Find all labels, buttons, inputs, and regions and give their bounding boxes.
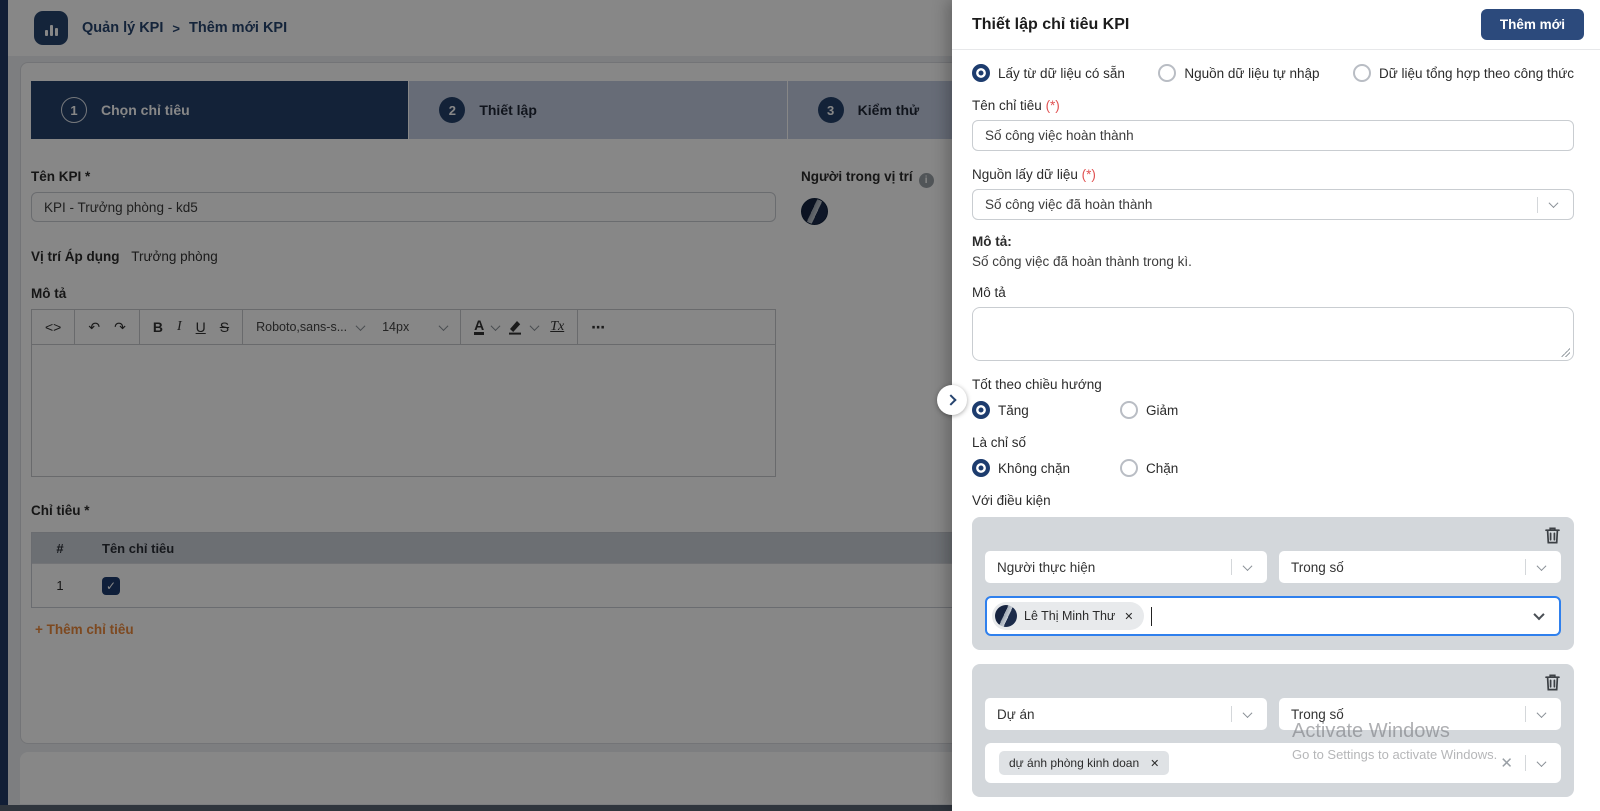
condition-values-multiselect[interactable]: dự ánh phòng kinh doan ✕ ✕ xyxy=(985,743,1561,783)
radio-giam[interactable]: Giảm xyxy=(1120,401,1178,419)
chevron-down-icon[interactable] xyxy=(1537,708,1547,718)
ten-chi-tieu-input[interactable]: Số công việc hoàn thành xyxy=(972,120,1574,151)
chevron-down-icon[interactable] xyxy=(1243,708,1253,718)
tag-label: Lê Thị Minh Thư xyxy=(1024,609,1115,623)
selected-tag: Lê Thị Minh Thư ✕ xyxy=(992,602,1144,630)
condition-field-select[interactable]: Dự án xyxy=(985,698,1267,730)
panel-header: Thiết lập chỉ tiêu KPI Thêm mới xyxy=(952,0,1600,50)
them-moi-button[interactable]: Thêm mới xyxy=(1481,9,1584,40)
condition-operator-select[interactable]: Trong số xyxy=(1279,551,1561,583)
thiet-lap-chi-tieu-panel: Thiết lập chỉ tiêu KPI Thêm mới Lấy từ d… xyxy=(952,0,1600,811)
radio-icon[interactable] xyxy=(1120,459,1138,477)
direction-label: Tốt theo chiều hướng xyxy=(972,377,1574,392)
tag-avatar xyxy=(995,605,1017,627)
clear-selection-icon[interactable]: ✕ xyxy=(1500,754,1513,772)
panel-title: Thiết lập chỉ tiêu KPI xyxy=(972,16,1129,34)
nguon-lay-du-lieu-value: Số công việc đã hoàn thành xyxy=(985,197,1152,212)
radio-lay-tu-du-lieu-co-san[interactable]: Lấy từ dữ liệu có sẵn xyxy=(972,64,1125,82)
mo-ta-readonly-value: Số công việc đã hoàn thành trong kì. xyxy=(972,254,1574,269)
radio-chan[interactable]: Chặn xyxy=(1120,459,1178,477)
radio-icon[interactable] xyxy=(1158,64,1176,82)
delete-condition-button[interactable] xyxy=(1543,673,1561,691)
data-source-radio-group: Lấy từ dữ liệu có sẵn Nguồn dữ liệu tự n… xyxy=(972,64,1574,82)
nguon-lay-du-lieu-select[interactable]: Số công việc đã hoàn thành xyxy=(972,189,1574,220)
text-cursor xyxy=(1151,607,1153,626)
resize-grip-icon[interactable] xyxy=(1561,348,1570,357)
ten-chi-tieu-label: Tên chỉ tiêu (*) xyxy=(972,98,1574,113)
remove-tag-icon[interactable]: ✕ xyxy=(1124,610,1133,623)
radio-du-lieu-tong-hop[interactable]: Dữ liệu tổng hợp theo công thức xyxy=(1353,64,1574,82)
condition-field-select[interactable]: Người thực hiện xyxy=(985,551,1267,583)
required-mark: (*) xyxy=(1082,167,1096,182)
remove-tag-icon[interactable]: ✕ xyxy=(1150,757,1159,770)
conditions-label: Với điều kiện xyxy=(972,493,1574,508)
trash-icon xyxy=(1545,674,1560,691)
selected-tag: dự ánh phòng kinh doan ✕ xyxy=(999,751,1169,775)
radio-icon[interactable] xyxy=(972,401,990,419)
radio-khong-chan[interactable]: Không chặn xyxy=(972,459,1120,477)
chevron-down-icon[interactable] xyxy=(1537,561,1547,571)
condition-card: Người thực hiện Trong số Lê Thị Minh Thư… xyxy=(972,517,1574,650)
radio-tang[interactable]: Tăng xyxy=(972,401,1120,419)
radio-icon[interactable] xyxy=(1353,64,1371,82)
required-mark: (*) xyxy=(1046,98,1060,113)
mo-ta-input-label: Mô tả xyxy=(972,285,1574,300)
condition-values-multiselect[interactable]: Lê Thị Minh Thư ✕ xyxy=(985,596,1561,636)
trash-icon xyxy=(1545,527,1560,544)
mo-ta-textarea[interactable] xyxy=(972,307,1574,361)
radio-icon[interactable] xyxy=(1120,401,1138,419)
condition-operator-select[interactable]: Trong số xyxy=(1279,698,1561,730)
is-index-label: Là chỉ số xyxy=(972,435,1574,450)
chevron-down-icon[interactable] xyxy=(1537,757,1547,767)
mo-ta-readonly-label: Mô tả: xyxy=(972,234,1574,249)
chevron-right-icon xyxy=(945,394,956,405)
chevron-down-icon[interactable] xyxy=(1533,609,1544,620)
is-index-radio-group: Không chặn Chặn xyxy=(972,459,1574,477)
direction-radio-group: Tăng Giảm xyxy=(972,401,1574,419)
delete-condition-button[interactable] xyxy=(1543,526,1561,544)
radio-nguon-du-lieu-tu-nhap[interactable]: Nguồn dữ liệu tự nhập xyxy=(1158,64,1319,82)
collapse-panel-button[interactable] xyxy=(937,385,967,415)
chevron-down-icon[interactable] xyxy=(1549,198,1559,208)
nguon-lay-du-lieu-label: Nguồn lấy dữ liệu (*) xyxy=(972,167,1574,182)
chevron-down-icon[interactable] xyxy=(1243,561,1253,571)
condition-card: Dự án Trong số dự ánh phòng kinh doan ✕ … xyxy=(972,664,1574,797)
ten-chi-tieu-value: Số công việc hoàn thành xyxy=(985,128,1134,143)
radio-icon[interactable] xyxy=(972,459,990,477)
radio-icon[interactable] xyxy=(972,64,990,82)
tag-label: dự ánh phòng kinh doan xyxy=(1009,756,1139,770)
